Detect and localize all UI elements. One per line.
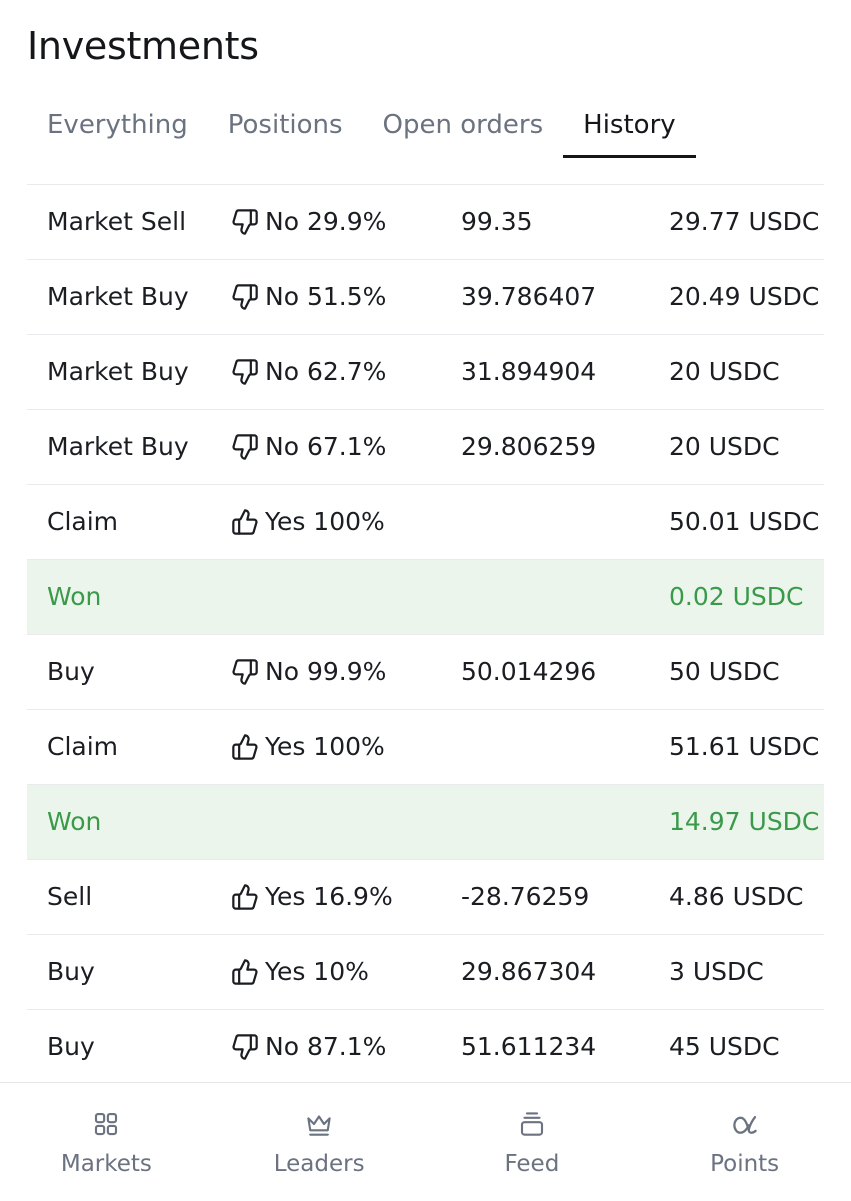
stack-icon <box>517 1109 547 1139</box>
nav-label: Markets <box>60 1151 152 1177</box>
amount-value: 20 USDC <box>669 357 780 386</box>
history-row[interactable]: Sell Yes 16.9% -28.76259 4.86 USDC <box>27 860 824 935</box>
page-title: Investments <box>27 24 259 68</box>
nav-item-markets[interactable]: Markets <box>0 1083 213 1201</box>
alpha-icon <box>730 1109 760 1139</box>
nav-item-points[interactable]: Points <box>638 1083 851 1201</box>
outcome-label: Yes 100% <box>265 732 385 761</box>
amount-value: 50.01 USDC <box>669 507 820 536</box>
amount-value: 29.77 USDC <box>669 207 820 236</box>
nav-label: Leaders <box>273 1151 365 1177</box>
amount-value: 20 USDC <box>669 432 780 461</box>
tab-bar: Everything Positions Open orders History <box>27 96 696 158</box>
transaction-type: Claim <box>47 732 119 761</box>
amount-value: 20.49 USDC <box>669 282 820 311</box>
transaction-type: Market Sell <box>47 207 187 236</box>
thumbs-up-icon <box>231 733 259 761</box>
transaction-type: Market Buy <box>47 357 189 386</box>
won-row[interactable]: Won 14.97 USDC <box>27 785 824 860</box>
outcome: Yes 100% <box>231 485 385 559</box>
bottom-nav: Markets Leaders Feed Points <box>0 1082 851 1201</box>
transaction-type: Buy <box>47 657 95 686</box>
history-row[interactable]: Claim Yes 100% 51.61 USDC <box>27 710 824 785</box>
outcome-label: Yes 16.9% <box>265 882 393 911</box>
nav-label: Feed <box>504 1151 560 1177</box>
history-row[interactable]: Buy No 99.9% 50.014296 50 USDC <box>27 635 824 710</box>
amount-value: 45 USDC <box>669 1032 780 1061</box>
transaction-type: Claim <box>47 507 119 536</box>
amount-value: 14.97 USDC <box>669 807 820 836</box>
outcome-label: Yes 100% <box>265 507 385 536</box>
outcome: No 99.9% <box>231 635 386 709</box>
tab-open-orders[interactable]: Open orders <box>363 96 564 158</box>
outcome: No 51.5% <box>231 260 386 334</box>
outcome: Yes 16.9% <box>231 860 393 934</box>
amount-value: 51.61 USDC <box>669 732 820 761</box>
outcome: No 62.7% <box>231 335 386 409</box>
transaction-type: Won <box>47 582 102 611</box>
crown-icon <box>304 1109 334 1139</box>
nav-label: Points <box>710 1151 780 1177</box>
outcome: No 29.9% <box>231 185 386 259</box>
shares-value: 29.806259 <box>461 432 597 461</box>
thumbs-up-icon <box>231 508 259 536</box>
transaction-type: Buy <box>47 1032 95 1061</box>
grid-icon <box>91 1109 121 1139</box>
tab-everything[interactable]: Everything <box>27 96 208 158</box>
history-list: Market Sell No 29.9% 99.35 29.77 USDC Market… <box>27 184 824 1083</box>
thumbs-down-icon <box>231 283 259 311</box>
thumbs-up-icon <box>231 958 259 986</box>
shares-value: 29.867304 <box>461 957 597 986</box>
amount-value: 50 USDC <box>669 657 780 686</box>
transaction-type: Won <box>47 807 102 836</box>
outcome-label: No 99.9% <box>265 657 387 686</box>
outcome-label: No 62.7% <box>265 357 387 386</box>
history-row[interactable]: Claim Yes 100% 50.01 USDC <box>27 485 824 560</box>
amount-value: 4.86 USDC <box>669 882 804 911</box>
history-row[interactable]: Market Buy No 51.5% 39.786407 20.49 USDC <box>27 260 824 335</box>
amount-value: 0.02 USDC <box>669 582 804 611</box>
thumbs-down-icon <box>231 208 259 236</box>
thumbs-down-icon <box>231 433 259 461</box>
history-row[interactable]: Buy No 87.1% 51.611234 45 USDC <box>27 1010 824 1083</box>
thumbs-up-icon <box>231 883 259 911</box>
tab-positions[interactable]: Positions <box>208 96 363 158</box>
thumbs-down-icon <box>231 1033 259 1061</box>
shares-value: -28.76259 <box>461 882 590 911</box>
history-row[interactable]: Buy Yes 10% 29.867304 3 USDC <box>27 935 824 1010</box>
transaction-type: Buy <box>47 957 95 986</box>
thumbs-down-icon <box>231 658 259 686</box>
nav-item-feed[interactable]: Feed <box>426 1083 639 1201</box>
won-row[interactable]: Won 0.02 USDC <box>27 560 824 635</box>
thumbs-down-icon <box>231 358 259 386</box>
amount-value: 3 USDC <box>669 957 764 986</box>
transaction-type: Market Buy <box>47 432 189 461</box>
shares-value: 51.611234 <box>461 1032 597 1061</box>
shares-value: 50.014296 <box>461 657 597 686</box>
outcome-label: No 87.1% <box>265 1032 387 1061</box>
outcome: No 87.1% <box>231 1010 386 1083</box>
outcome: Yes 100% <box>231 710 385 784</box>
shares-value: 39.786407 <box>461 282 597 311</box>
outcome-label: Yes 10% <box>265 957 369 986</box>
transaction-type: Sell <box>47 882 93 911</box>
shares-value: 99.35 <box>461 207 533 236</box>
outcome-label: No 51.5% <box>265 282 387 311</box>
history-row[interactable]: Market Sell No 29.9% 99.35 29.77 USDC <box>27 185 824 260</box>
transaction-type: Market Buy <box>47 282 189 311</box>
tab-history[interactable]: History <box>563 96 696 158</box>
history-row[interactable]: Market Buy No 62.7% 31.894904 20 USDC <box>27 335 824 410</box>
nav-item-leaders[interactable]: Leaders <box>213 1083 426 1201</box>
outcome: No 67.1% <box>231 410 386 484</box>
history-row[interactable]: Market Buy No 67.1% 29.806259 20 USDC <box>27 410 824 485</box>
outcome-label: No 29.9% <box>265 207 387 236</box>
shares-value: 31.894904 <box>461 357 597 386</box>
outcome: Yes 10% <box>231 935 369 1009</box>
outcome-label: No 67.1% <box>265 432 387 461</box>
